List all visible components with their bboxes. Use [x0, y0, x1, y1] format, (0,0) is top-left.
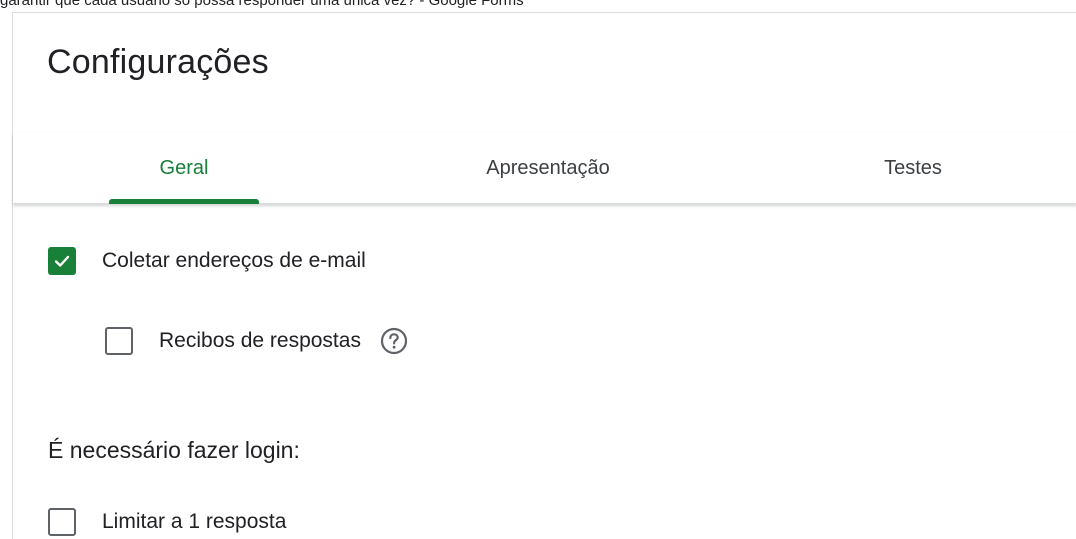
- tab-apresentacao-label: Apresentação: [486, 156, 610, 179]
- limit-one-response-option: Limitar a 1 resposta: [48, 508, 286, 536]
- settings-tabs: Geral Apresentação Testes: [13, 133, 1076, 204]
- tab-testes-label: Testes: [884, 156, 942, 179]
- collect-emails-label: Coletar endereços de e-mail: [102, 249, 366, 272]
- help-circle-icon[interactable]: [379, 326, 409, 356]
- response-receipts-option: Recibos de respostas: [105, 326, 409, 356]
- tab-geral[interactable]: Geral: [109, 133, 259, 203]
- background-partial-text-label: garantir que cada usuário só possa respo…: [0, 0, 524, 9]
- tab-apresentacao[interactable]: Apresentação: [423, 133, 673, 203]
- tab-geral-label: Geral: [159, 156, 209, 179]
- limit-one-response-checkbox[interactable]: [48, 508, 76, 536]
- response-receipts-label: Recibos de respostas: [159, 329, 361, 352]
- limit-one-response-label: Limitar a 1 resposta: [102, 510, 287, 533]
- active-tab-indicator: [109, 199, 259, 204]
- collect-emails-checkbox[interactable]: [48, 247, 76, 275]
- collect-emails-option: Coletar endereços de e-mail: [48, 247, 366, 275]
- background-partial-text: garantir que cada usuário só possa respo…: [0, 0, 1076, 12]
- dialog-title: Configurações: [47, 43, 269, 81]
- settings-dialog: Configurações Geral Apresentação Testes …: [12, 12, 1076, 539]
- login-required-heading: É necessário fazer login:: [48, 437, 300, 463]
- tab-testes[interactable]: Testes: [833, 133, 993, 203]
- response-receipts-checkbox[interactable]: [105, 327, 133, 355]
- checkmark-icon: [54, 255, 70, 267]
